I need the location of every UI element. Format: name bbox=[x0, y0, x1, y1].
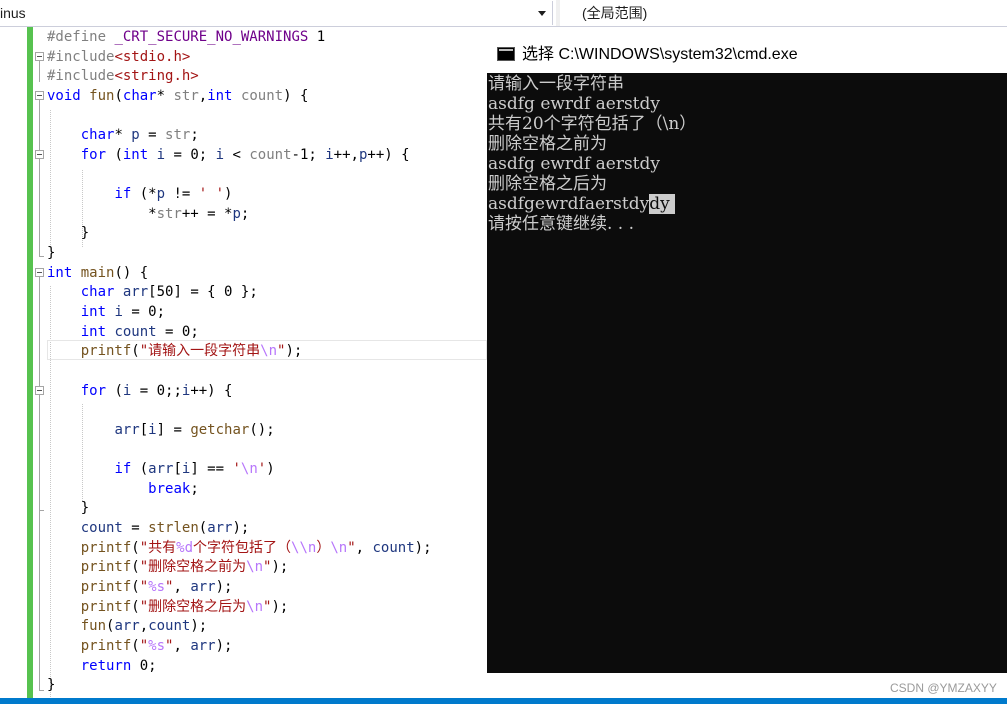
code-line: for (int i = 0; i < count-1; i++,p++) { bbox=[80, 147, 410, 163]
code-line: void fun(char* str,int count) { bbox=[47, 88, 309, 104]
code-line: *str++ = *p; bbox=[47, 206, 250, 222]
status-bar bbox=[0, 698, 1007, 704]
console-line: asdfg ewrdf aerstdy bbox=[488, 154, 661, 174]
fold-line bbox=[39, 395, 40, 510]
console-line: 共有20个字符包括了（\n） bbox=[488, 114, 697, 134]
fold-line-end bbox=[39, 510, 44, 511]
console-line: 删除空格之后为 bbox=[488, 174, 607, 194]
code-line: if (*p != ' ') bbox=[114, 186, 233, 202]
fold-toggle-icon[interactable] bbox=[35, 268, 44, 277]
fold-toggle-icon[interactable] bbox=[35, 150, 44, 159]
code-line: #define _CRT_SECURE_NO_WARNINGS 1 bbox=[47, 29, 326, 45]
fold-toggle-icon[interactable] bbox=[35, 52, 44, 61]
global-scope-dropdown[interactable]: (全局范围) bbox=[562, 1, 1007, 25]
code-line: printf("删除空格之前为\n"); bbox=[80, 559, 289, 575]
dropdown-separator bbox=[556, 0, 560, 26]
code-line: } bbox=[47, 677, 56, 693]
code-line: break; bbox=[148, 481, 199, 497]
code-line: int count = 0; bbox=[80, 324, 199, 340]
console-line-text: asdfgewrdfaerstdy bbox=[488, 194, 650, 214]
console-titlebar[interactable]: 选择 C:\WINDOWS\system32\cmd.exe bbox=[487, 36, 1007, 73]
code-line: for (i = 0;;i++) { bbox=[80, 383, 233, 399]
project-scope-value: inus bbox=[0, 5, 26, 21]
code-line: fun(arr,count); bbox=[80, 618, 208, 634]
fold-toggle-icon[interactable] bbox=[35, 386, 44, 395]
fold-toggle-icon[interactable] bbox=[35, 91, 44, 100]
code-line: } bbox=[47, 225, 90, 241]
fold-line bbox=[39, 100, 40, 257]
console-output[interactable]: 请输入一段字符串 asdfg ewrdf aerstdy 共有20个字符包括了（… bbox=[487, 73, 1007, 673]
code-line: count = strlen(arr); bbox=[80, 520, 250, 536]
global-scope-value: (全局范围) bbox=[582, 5, 648, 21]
console-line: 请输入一段字符串 bbox=[488, 74, 624, 94]
console-line: 请按任意键继续. . . bbox=[488, 214, 635, 234]
code-line: } bbox=[47, 500, 90, 516]
code-line: return 0; bbox=[80, 658, 157, 674]
code-line: int i = 0; bbox=[80, 304, 166, 320]
terminal-icon bbox=[497, 47, 515, 61]
code-line: #include<string.h> bbox=[47, 68, 199, 84]
change-tracking-margin bbox=[27, 27, 33, 698]
code-line: printf("共有%d个字符包括了（\\n）\n", count); bbox=[80, 540, 432, 556]
code-line: printf("%s", arr); bbox=[80, 638, 233, 654]
code-line: arr[i] = getchar(); bbox=[114, 422, 275, 438]
code-line: char arr[50] = { 0 }; bbox=[80, 284, 258, 300]
code-line: int main() { bbox=[47, 265, 149, 281]
code-line: if (arr[i] == '\n') bbox=[114, 461, 275, 477]
console-selection[interactable]: dy bbox=[649, 194, 676, 214]
navigation-bar: inus (全局范围) bbox=[0, 0, 1007, 27]
code-line: } bbox=[47, 245, 56, 261]
code-line: char* p = str; bbox=[80, 127, 199, 143]
project-scope-dropdown[interactable]: inus bbox=[0, 1, 553, 25]
code-line: #include<stdio.h> bbox=[47, 49, 191, 65]
fold-line bbox=[39, 61, 40, 82]
console-title: 选择 C:\WINDOWS\system32\cmd.exe bbox=[522, 46, 798, 63]
console-line: asdfgewrdfaerstdydy bbox=[488, 194, 676, 214]
code-line: printf("删除空格之后为\n"); bbox=[80, 599, 289, 615]
chevron-down-icon[interactable] bbox=[538, 11, 546, 16]
watermark: CSDN @YMZAXYY bbox=[890, 681, 997, 695]
fold-line-end bbox=[39, 256, 44, 257]
console-line: 删除空格之前为 bbox=[488, 134, 607, 154]
console-line: asdfg ewrdf aerstdy bbox=[488, 94, 661, 114]
code-line: printf("%s", arr); bbox=[80, 579, 233, 595]
fold-line-end bbox=[39, 690, 44, 691]
code-line: printf("请输入一段字符串\n"); bbox=[80, 343, 303, 359]
console-window[interactable]: 选择 C:\WINDOWS\system32\cmd.exe 请输入一段字符串 … bbox=[487, 36, 1007, 673]
